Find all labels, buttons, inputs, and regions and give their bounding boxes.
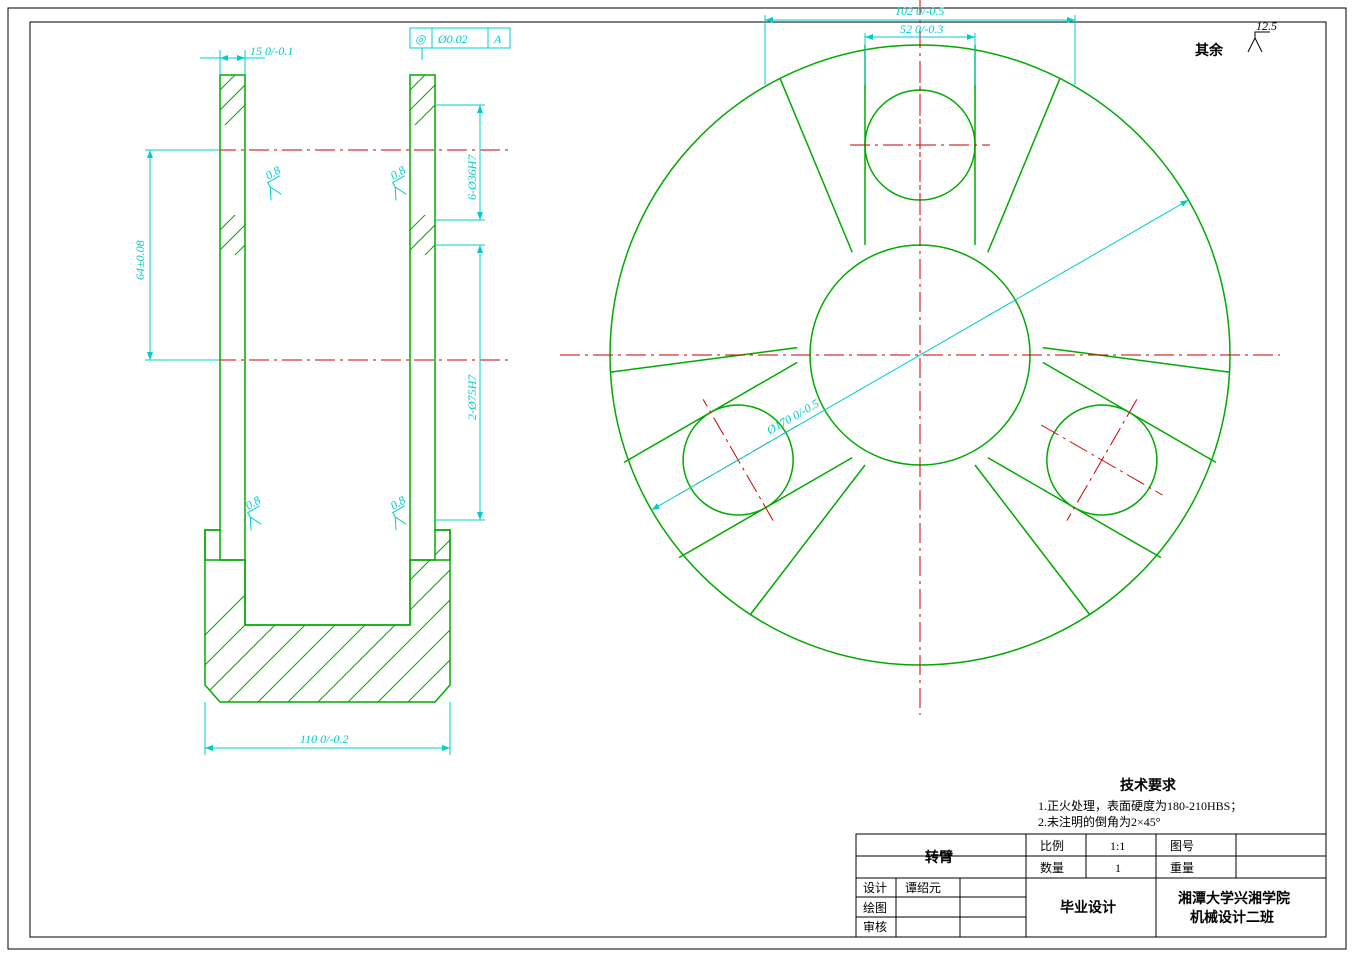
design-label: 设计 [863, 881, 887, 895]
svg-text:0.8: 0.8 [263, 163, 283, 183]
svg-text:15 0/-0.1: 15 0/-0.1 [250, 44, 293, 58]
check-label: 审核 [863, 919, 887, 934]
tech-requirements: 技术要求 1.正火处理，表面硬度为180-210HBS； 2.未注明的倒角为2×… [1038, 777, 1242, 829]
surface-value-corner: 12.5 [1256, 19, 1277, 33]
qty-value: 1 [1115, 861, 1121, 875]
draw-label: 绘图 [863, 900, 887, 915]
drawing-sheet: 其余 12.5 [0, 0, 1354, 957]
tech-req-line2: 2.未注明的倒角为2×45° [1038, 814, 1161, 829]
title-block: 转臂 比例 1:1 图号 数量 1 重量 设计 谭绍元 绘图 审核 毕业设计 湘… [856, 834, 1326, 937]
drawing-no-label: 图号 [1170, 839, 1194, 853]
surface-mark-1: 0.8 [256, 163, 291, 200]
scale-value: 1:1 [1110, 839, 1125, 853]
corner-label: 其余 [1195, 42, 1224, 59]
qty-label: 数量 [1040, 860, 1064, 875]
designer: 谭绍元 [905, 881, 941, 895]
project-name: 毕业设计 [1060, 899, 1116, 916]
hatch-mid-left [180, 190, 290, 300]
svg-text:102 0/-0.5: 102 0/-0.5 [895, 4, 944, 18]
gtol-frame: ◎ Ø0.02 A [410, 28, 510, 60]
part-name: 转臂 [925, 849, 953, 866]
gtol-datum: A [493, 32, 502, 46]
scale-label: 比例 [1040, 839, 1064, 853]
gtol-symbol: ◎ [415, 32, 427, 46]
school-line2: 机械设计二班 [1190, 909, 1274, 926]
tech-req-title: 技术要求 [1120, 777, 1177, 794]
dim-15: 15 0/-0.1 [200, 44, 293, 75]
dim-64: 64±0.08 [133, 150, 220, 360]
svg-text:110 0/-0.2: 110 0/-0.2 [300, 732, 348, 746]
gtol-value: Ø0.02 [437, 32, 468, 46]
svg-text:0.8: 0.8 [243, 493, 263, 513]
svg-text:2-Ø75H7: 2-Ø75H7 [465, 374, 479, 420]
dim-6-36: 6-Ø36H7 [435, 105, 485, 220]
surface-finish-corner-icon: 12.5 [1248, 19, 1277, 52]
svg-text:6-Ø36H7: 6-Ø36H7 [465, 154, 479, 200]
hatch-bottom [120, 370, 620, 870]
plan-view: Ø170 0/-0.5 102 0/-0.5 52 0/-0.3 [560, 0, 1280, 715]
svg-text:52 0/-0.3: 52 0/-0.3 [900, 22, 943, 36]
dim-2-75: 2-Ø75H7 [435, 245, 485, 520]
weight-label: 重量 [1170, 861, 1194, 875]
section-view: ◎ Ø0.02 A 15 0/-0.1 64±0.08 110 0/-0.2 [120, 28, 620, 870]
svg-text:64±0.08: 64±0.08 [133, 240, 147, 280]
surface-mark-3: 0.8 [236, 493, 271, 530]
dim-110: 110 0/-0.2 [205, 702, 450, 755]
svg-text:0.8: 0.8 [388, 493, 408, 513]
school-line1: 湘潭大学兴湘学院 [1178, 890, 1290, 907]
hatch-top-right [360, 40, 480, 160]
svg-text:0.8: 0.8 [388, 163, 408, 183]
tech-req-line1: 1.正火处理，表面硬度为180-210HBS； [1038, 798, 1242, 813]
